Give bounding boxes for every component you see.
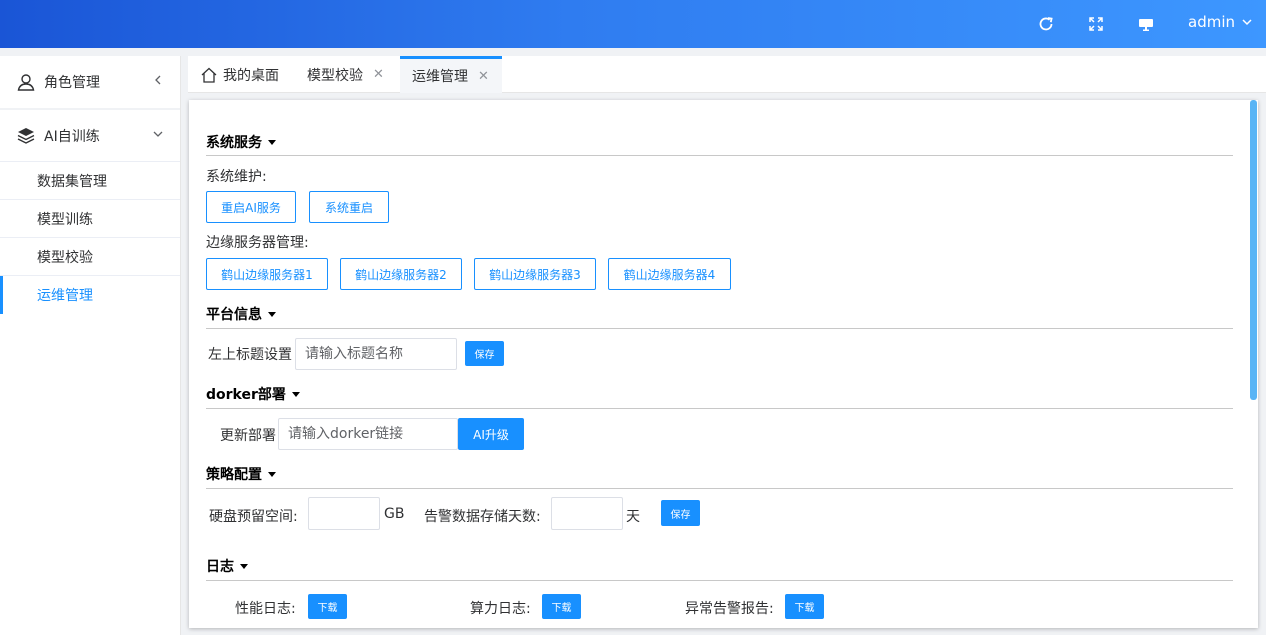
section-logs[interactable]: 日志 <box>206 556 248 576</box>
alarm-report-label: 异常告警报告: <box>685 601 774 617</box>
user-name: admin <box>1188 13 1235 31</box>
sidebar-item-datasets[interactable]: 数据集管理 <box>0 162 180 200</box>
sidebar-item-operations[interactable]: 运维管理 <box>0 276 180 314</box>
sidebar-item-model-training[interactable]: 模型训练 <box>0 200 180 238</box>
section-platform-info[interactable]: 平台信息 <box>206 304 276 324</box>
close-icon[interactable]: ✕ <box>478 69 489 84</box>
section-title: dorker部署 <box>206 387 286 403</box>
section-title: 系统服务 <box>206 135 262 151</box>
section-docker-deploy[interactable]: dorker部署 <box>206 384 300 404</box>
maintenance-label: 系统维护: <box>206 169 267 185</box>
update-deploy-label: 更新部署 <box>220 428 276 444</box>
alarm-days-input[interactable] <box>551 497 623 530</box>
section-title: 策略配置 <box>206 467 262 483</box>
section-strategy-config[interactable]: 策略配置 <box>206 464 276 484</box>
download-performance-log-button[interactable]: 下载 <box>308 594 347 619</box>
tab-bar: 我的桌面 模型校验 ✕ 运维管理 ✕ <box>188 56 1266 93</box>
section-title: 平台信息 <box>206 307 262 323</box>
disk-unit: GB <box>384 506 405 522</box>
disk-reserve-label: 硬盘预留空间: <box>209 509 298 525</box>
chevron-down-icon <box>1242 19 1252 26</box>
top-header: admin <box>0 0 1266 48</box>
days-unit: 天 <box>626 509 640 525</box>
sidebar: 角色管理 AI自训练 数据集管理 模型训练 模型校验 运维管理 <box>0 56 181 635</box>
sidebar-group-label: AI自训练 <box>44 128 100 145</box>
sidebar-group-label: 角色管理 <box>44 75 100 91</box>
caret-down-icon <box>291 392 300 397</box>
save-strategy-button[interactable]: 保存 <box>661 500 700 526</box>
edge-server-3-button[interactable]: 鹤山边缘服务器3 <box>474 258 596 290</box>
tab-label: 我的桌面 <box>223 67 279 84</box>
fullscreen-icon[interactable] <box>1084 12 1108 36</box>
tab-label: 运维管理 <box>412 69 468 85</box>
system-restart-button[interactable]: 系统重启 <box>309 191 389 223</box>
divider <box>206 328 1233 329</box>
divider <box>206 155 1233 156</box>
caret-down-icon <box>268 140 276 145</box>
save-title-button[interactable]: 保存 <box>465 341 504 366</box>
tab-operations[interactable]: 运维管理 ✕ <box>400 56 502 93</box>
caret-down-icon <box>240 564 248 569</box>
disk-reserve-input[interactable] <box>308 497 380 530</box>
tab-desktop[interactable]: 我的桌面 <box>200 56 279 93</box>
user-icon <box>17 74 35 91</box>
download-alarm-report-button[interactable]: 下载 <box>785 594 824 619</box>
edge-server-2-button[interactable]: 鹤山边缘服务器2 <box>340 258 462 290</box>
ai-upgrade-button[interactable]: AI升级 <box>458 418 524 450</box>
alarm-days-label: 告警数据存储天数: <box>424 509 541 525</box>
divider <box>206 408 1233 409</box>
performance-log-label: 性能日志: <box>235 601 296 617</box>
divider <box>206 580 1233 581</box>
home-icon <box>201 67 217 83</box>
tab-model-validation[interactable]: 模型校验 ✕ <box>307 56 384 93</box>
sidebar-group-roles[interactable]: 角色管理 <box>0 56 180 108</box>
restart-ai-service-button[interactable]: 重启AI服务 <box>206 191 296 223</box>
user-menu[interactable]: admin <box>1188 13 1253 31</box>
caret-down-icon <box>268 472 276 477</box>
edge-server-label: 边缘服务器管理: <box>206 235 309 251</box>
edge-server-4-button[interactable]: 鹤山边缘服务器4 <box>608 258 731 290</box>
section-title: 日志 <box>206 559 234 575</box>
close-icon[interactable]: ✕ <box>373 67 384 82</box>
tab-label: 模型校验 <box>307 67 363 84</box>
refresh-icon[interactable] <box>1034 12 1058 36</box>
edge-server-1-button[interactable]: 鹤山边缘服务器1 <box>206 258 328 290</box>
scrollbar[interactable] <box>1250 100 1257 400</box>
layers-icon <box>17 127 35 144</box>
caret-down-icon <box>268 312 276 317</box>
section-system-service[interactable]: 系统服务 <box>206 132 276 152</box>
divider <box>206 488 1233 489</box>
monitor-icon[interactable] <box>1134 12 1158 36</box>
compute-log-label: 算力日志: <box>470 601 531 617</box>
docker-link-input[interactable] <box>278 418 458 450</box>
download-compute-log-button[interactable]: 下载 <box>542 594 581 619</box>
chevron-left-icon <box>155 75 161 85</box>
title-setting-label: 左上标题设置 <box>208 347 292 363</box>
chevron-down-icon <box>153 131 163 137</box>
main-panel: 系统服务 系统维护: 重启AI服务 系统重启 边缘服务器管理: 鹤山边缘服务器1… <box>189 100 1258 628</box>
title-input[interactable] <box>295 338 457 370</box>
sidebar-group-ai-training[interactable]: AI自训练 <box>0 110 180 162</box>
sidebar-item-model-validation[interactable]: 模型校验 <box>0 238 180 276</box>
